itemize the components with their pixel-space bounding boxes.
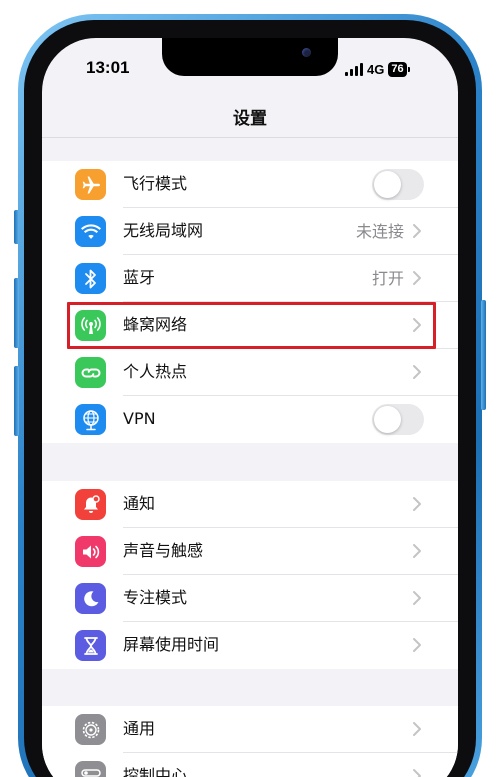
settings-row-vpn[interactable]: VPN [42,396,458,443]
settings-row-label: VPN [123,409,156,428]
settings-row-label: 无线局域网 [123,221,204,240]
nav-divider [42,137,458,138]
chevron-right-icon [413,497,421,511]
notification-bell-icon [75,489,106,520]
toggle-knob [374,171,401,198]
vpn-globe-icon [75,404,106,435]
settings-row-label: 飞行模式 [123,174,188,193]
airplane-icon [75,169,106,200]
toggle-knob [374,406,401,433]
settings-group-notifications: 通知 声音与触感 专注模式 屏幕使用时间 [42,481,458,669]
settings-row-label: 专注模式 [123,588,188,607]
volume-up-button [14,278,19,348]
speaker-icon [75,536,106,567]
wifi-status-value: 未连接 [355,222,404,241]
battery-icon: 76 [388,61,410,77]
settings-row-general[interactable]: 通用 [42,706,458,753]
settings-row-label: 蓝牙 [123,268,156,287]
moon-icon [75,583,106,614]
airplane-mode-toggle[interactable] [372,169,424,200]
gear-icon [75,714,106,745]
settings-row-hotspot[interactable]: 个人热点 [42,349,458,396]
settings-group-general: 通用 控制中心 [42,706,458,777]
camera-icon [302,48,311,57]
page-title: 设置 [233,109,267,129]
settings-row-airplane[interactable]: 飞行模式 [42,161,458,208]
signal-icon [345,62,363,76]
settings-row-notifications[interactable]: 通知 [42,481,458,528]
chevron-right-icon [413,722,421,736]
settings-row-label: 屏幕使用时间 [123,635,220,654]
settings-row-label: 个人热点 [123,362,188,381]
settings-row-bluetooth[interactable]: 蓝牙 打开 [42,255,458,302]
notch [162,38,338,76]
chevron-right-icon [413,638,421,652]
network-type: 4G [367,61,385,77]
settings-row-wifi[interactable]: 无线局域网 未连接 [42,208,458,255]
screen: 13:01 4G 76 设置 飞行模式 无线局域网 未连接 蓝牙 打开 蜂窝网络… [42,38,458,777]
settings-row-control-center[interactable]: 控制中心 [42,753,458,777]
chevron-right-icon [413,224,421,238]
chevron-right-icon [413,591,421,605]
volume-down-button [14,366,19,436]
side-button [481,300,486,410]
settings-row-label: 声音与触感 [123,541,204,560]
bluetooth-icon [75,263,106,294]
settings-row-focus[interactable]: 专注模式 [42,575,458,622]
status-indicators: 4G 76 [345,60,410,78]
settings-row-label: 通知 [123,494,156,513]
chevron-right-icon [413,544,421,558]
settings-row-screen-time[interactable]: 屏幕使用时间 [42,622,458,669]
silent-switch [14,210,19,244]
status-time: 13:01 [86,58,130,77]
hourglass-icon [75,630,106,661]
chevron-right-icon [413,769,421,777]
cellular-highlight-box [67,302,436,349]
settings-row-label: 控制中心 [123,766,188,777]
settings-row-sounds[interactable]: 声音与触感 [42,528,458,575]
hotspot-icon [75,357,106,388]
chevron-right-icon [413,271,421,285]
settings-row-label: 通用 [123,719,156,738]
wifi-icon [75,216,106,247]
vpn-toggle[interactable] [372,404,424,435]
chevron-right-icon [413,365,421,379]
control-center-icon [75,761,106,777]
bluetooth-status-value: 打开 [371,269,404,288]
